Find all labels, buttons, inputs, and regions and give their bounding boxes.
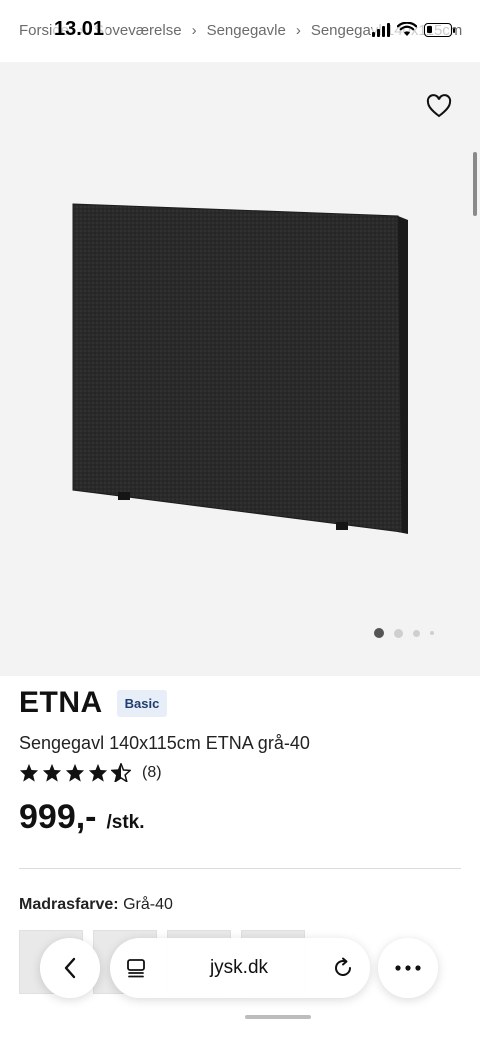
gallery-dot[interactable] <box>430 631 434 635</box>
wifi-icon <box>397 22 417 36</box>
product-name: Sengegavl 140x115cm ETNA grå-40 <box>19 733 310 753</box>
product-gallery[interactable] <box>0 62 480 676</box>
rating-count[interactable]: (8) <box>142 764 162 782</box>
address-bar[interactable]: jysk.dk <box>110 938 370 998</box>
product-badge: Basic <box>116 689 168 717</box>
breadcrumb-item-bedroom[interactable]: Soveværelse <box>94 22 182 39</box>
back-icon <box>64 957 76 979</box>
price-unit: /stk. <box>106 812 145 833</box>
product-price: 999,- <box>19 798 97 836</box>
star-icon <box>88 763 108 782</box>
gallery-pagination[interactable] <box>374 628 434 638</box>
breadcrumb-item-headboards[interactable]: Sengegavle <box>207 22 286 39</box>
gallery-dot[interactable] <box>394 628 403 638</box>
top-bar: Forside › Soveværelse › Sengegavle › Sen… <box>0 0 480 62</box>
star-icon <box>19 763 39 782</box>
product-brand: ETNA <box>19 686 103 719</box>
mattress-color-value: Grå-40 <box>123 896 173 913</box>
price-row: 999,- /stk. <box>19 798 145 837</box>
gallery-dot-active[interactable] <box>374 628 384 638</box>
more-button[interactable] <box>378 938 438 998</box>
home-indicator <box>245 1015 311 1019</box>
star-icon <box>65 763 85 782</box>
status-time: 13.01 <box>52 18 107 41</box>
gallery-dot[interactable] <box>413 629 420 637</box>
product-title-row: ETNA Basic <box>19 686 168 720</box>
battery-icon <box>424 22 455 37</box>
chevron-right-icon: › <box>191 22 197 39</box>
mattress-color-row: Madrasfarve: Grå-40 <box>19 896 173 914</box>
product-rating[interactable]: (8) <box>19 763 162 782</box>
reload-icon[interactable] <box>332 957 354 979</box>
tabs-icon[interactable] <box>126 958 146 978</box>
url-text[interactable]: jysk.dk <box>146 957 332 979</box>
half-star-icon <box>111 763 131 782</box>
cellular-signal-icon <box>372 22 390 37</box>
star-icon <box>42 763 62 782</box>
product-image-headboard <box>72 203 408 534</box>
browser-toolbar: jysk.dk <box>0 930 480 1039</box>
back-button[interactable] <box>40 938 100 998</box>
more-icon <box>395 965 421 971</box>
heart-icon[interactable] <box>426 94 452 118</box>
status-icons <box>372 22 455 37</box>
divider <box>19 868 461 869</box>
mattress-color-label: Madrasfarve: <box>19 896 119 913</box>
chevron-right-icon: › <box>295 22 301 39</box>
scrollbar-thumb[interactable] <box>473 152 477 216</box>
